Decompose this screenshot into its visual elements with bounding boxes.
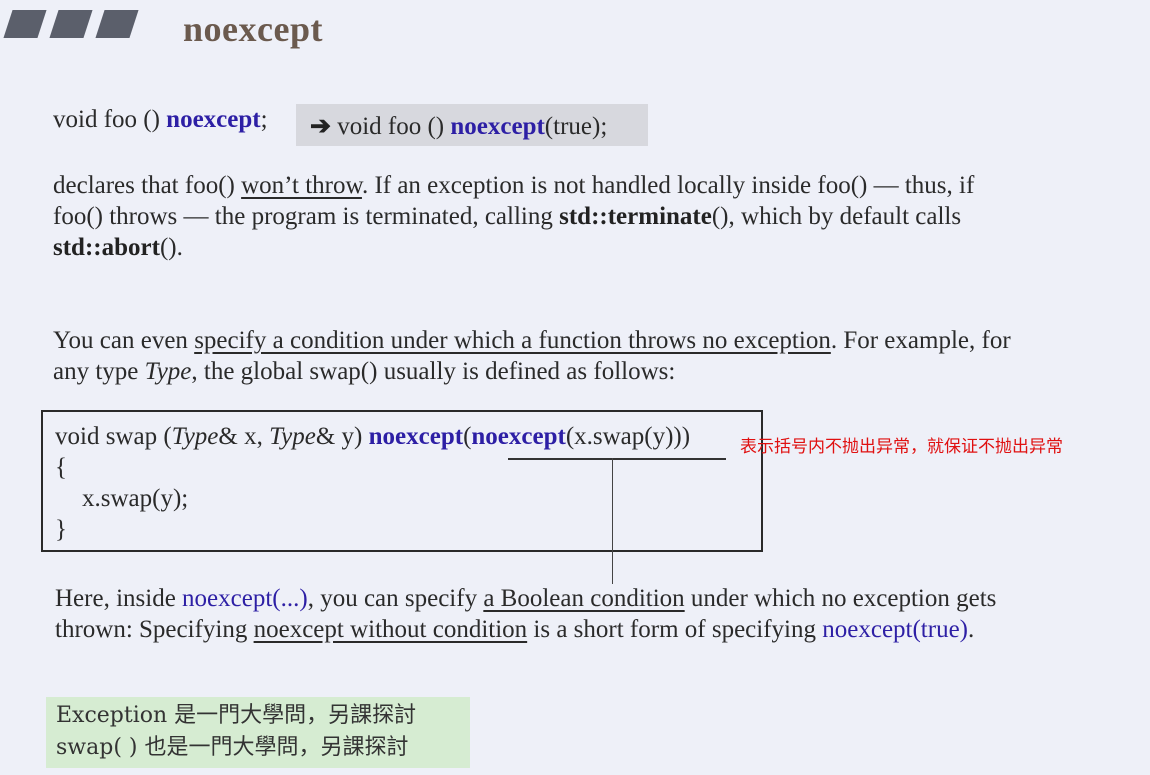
underlined-phrase: noexcept without condition [253, 616, 528, 643]
std-abort: std::abort [53, 234, 160, 261]
noexcept-ref: noexcept(...) [182, 585, 308, 612]
underline-annotation [508, 458, 726, 460]
decl-text: ; [260, 106, 268, 133]
decl-text: void foo () [53, 106, 167, 133]
swap-code: void swap (Type& x, Type& y) noexcept(no… [55, 423, 691, 543]
noexcept-keyword: noexcept [368, 423, 464, 450]
paragraph-condition: You can even specify a condition under w… [53, 327, 1011, 385]
underlined-phrase: won’t throw [241, 172, 362, 199]
std-terminate: std::terminate [559, 203, 712, 230]
equivalent-declaration: ➔ void foo () noexcept(true); [310, 111, 607, 142]
close-brace: } [55, 516, 67, 543]
connector-line [612, 458, 613, 584]
title-bar-decoration [0, 10, 150, 42]
paragraph-here: Here, inside noexcept(...), you can spec… [55, 585, 997, 643]
paragraph-declares: declares that foo() won’t throw. If an e… [53, 172, 975, 261]
type-italic: Type [144, 358, 192, 385]
note-text: Exception 是一門大學問，另課探討 swap( ) 也是一門大學問，另課… [56, 700, 416, 764]
underlined-phrase: specify a condition under which a functi… [194, 327, 831, 354]
underlined-phrase: a Boolean condition [483, 585, 685, 612]
decl-text: (true); [544, 113, 608, 140]
note-line: swap( ) 也是一門大學問，另課探討 [56, 735, 409, 760]
code-body: x.swap(y); [82, 485, 189, 512]
open-brace: { [55, 454, 67, 481]
noexcept-keyword: noexcept [166, 106, 261, 133]
noexcept-ref: noexcept(true) [822, 616, 969, 643]
note-line: Exception 是一門大學問，另課探討 [56, 703, 417, 728]
noexcept-keyword: noexcept [471, 423, 566, 450]
declaration-line: void foo () noexcept; [53, 104, 268, 135]
chinese-annotation: 表示括号内不抛出异常，就保证不抛出异常 [740, 437, 1063, 457]
right-arrow-icon: ➔ [310, 113, 331, 140]
slide-title: noexcept [183, 9, 323, 49]
noexcept-keyword: noexcept [450, 113, 545, 140]
decl-text: void foo () [330, 113, 451, 140]
